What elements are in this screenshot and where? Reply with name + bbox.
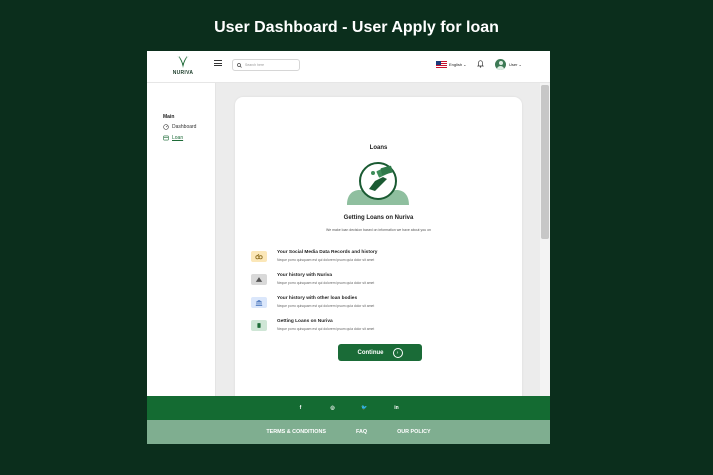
language-selector[interactable]: English ⌄ — [436, 61, 466, 68]
feature-title: Your history with Nuriva — [277, 273, 333, 278]
card-title: Loans — [369, 145, 388, 151]
sidebar-item-label: Dashboard — [172, 124, 197, 130]
app-window: NURIVA English ⌄ User ⌄ Main — [147, 51, 550, 444]
page-title: User Dashboard - User Apply for loan — [214, 19, 499, 36]
footer-links-bar: TERMS & CONDITIONS FAQ OUR POLICY — [147, 420, 550, 444]
avatar — [495, 59, 506, 70]
user-menu[interactable]: User ⌄ — [495, 59, 522, 70]
feature-description: Neque porro quisquam est qui dolorem ips… — [277, 327, 375, 331]
linkedin-icon[interactable]: in — [393, 405, 401, 411]
search-input[interactable] — [245, 63, 297, 67]
arrow-right-icon: › — [392, 347, 403, 358]
social-icon — [251, 251, 267, 262]
bell-icon[interactable] — [477, 60, 484, 68]
loan-illustration-icon — [347, 162, 409, 205]
twitter-icon[interactable]: 🐦 — [361, 405, 369, 411]
feature-title: Getting Loans on Nuriva — [277, 319, 333, 324]
leaf-logo-icon — [177, 56, 189, 68]
sidebar-section-main: Main — [163, 114, 175, 120]
faq-link[interactable]: FAQ — [356, 429, 367, 435]
feature-getting-loans: Getting Loans on Nuriva Neque porro quis… — [251, 319, 511, 335]
search-box[interactable] — [232, 59, 300, 71]
card-subtitle: Getting Loans on Nuriva — [343, 215, 414, 221]
facebook-icon[interactable]: f — [297, 405, 305, 411]
feature-social-media: Your Social Media Data Records and histo… — [251, 250, 511, 266]
chevron-down-icon: ⌄ — [518, 62, 522, 67]
loan-icon — [163, 135, 169, 141]
terms-link[interactable]: TERMS & CONDITIONS — [266, 429, 326, 435]
card-description: We make loan decision based on informati… — [325, 228, 431, 232]
history-icon — [251, 274, 267, 285]
money-icon — [251, 320, 267, 331]
feature-description: Neque porro quisquam est qui dolorem ips… — [277, 258, 375, 262]
search-icon — [237, 62, 242, 68]
scrollbar-thumb[interactable] — [541, 85, 549, 239]
bank-icon — [251, 297, 267, 308]
sidebar-item-dashboard[interactable]: Dashboard — [163, 124, 196, 130]
brand-logo[interactable]: NURIVA — [170, 55, 196, 76]
dashboard-icon — [163, 124, 169, 130]
main-content: Loans Getting Loans on Nuriva We make lo… — [216, 83, 550, 407]
sidebar: Main Dashboard Loan — [147, 83, 216, 396]
sidebar-item-loan[interactable]: Loan — [163, 135, 183, 141]
loan-card: Loans Getting Loans on Nuriva We make lo… — [235, 97, 522, 407]
chevron-down-icon: ⌄ — [463, 62, 467, 67]
us-flag-icon — [436, 61, 447, 68]
footer-social-bar: f ◎ 🐦 in — [147, 396, 550, 420]
feature-description: Neque porro quisquam est qui dolorem ips… — [277, 304, 375, 308]
language-label: English — [449, 62, 463, 67]
feature-title: Your Social Media Data Records and histo… — [277, 250, 378, 255]
feature-description: Neque porro quisquam est qui dolorem ips… — [277, 281, 375, 285]
continue-button[interactable]: Continue › — [338, 344, 422, 361]
top-navbar: NURIVA English ⌄ User ⌄ — [147, 51, 550, 83]
feature-other-loans: Your history with other loan bodies Nequ… — [251, 296, 511, 312]
feature-title: Your history with other loan bodies — [277, 296, 358, 301]
scrollbar-track[interactable] — [540, 83, 550, 396]
hamburger-menu-icon[interactable] — [214, 60, 222, 66]
sidebar-item-label: Loan — [172, 135, 184, 141]
user-label: User — [509, 62, 518, 67]
feature-nuriva-history: Your history with Nuriva Neque porro qui… — [251, 273, 511, 289]
continue-label: Continue — [357, 349, 384, 356]
brand-name: NURIVA — [172, 70, 194, 76]
policy-link[interactable]: OUR POLICY — [397, 429, 431, 435]
instagram-icon[interactable]: ◎ — [329, 405, 337, 411]
